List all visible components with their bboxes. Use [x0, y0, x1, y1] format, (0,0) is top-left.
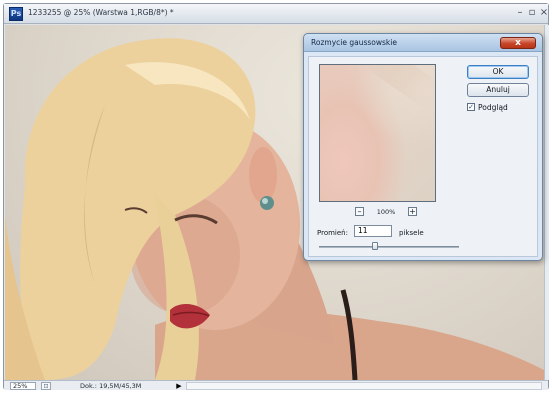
radius-unit-label: piksele [399, 229, 424, 237]
photoshop-app-icon: Ps [9, 7, 23, 21]
radius-slider-track[interactable] [319, 246, 459, 248]
cancel-button[interactable]: Anuluj [467, 83, 529, 97]
ok-button[interactable]: OK [467, 65, 529, 79]
dialog-close-button[interactable]: x [500, 37, 536, 49]
preview-zoom-percent: 100% [376, 208, 396, 216]
horizontal-scrollbar[interactable] [186, 382, 542, 390]
preview-checkbox[interactable]: ✓ [467, 103, 475, 111]
radius-input[interactable]: 11 [354, 225, 392, 237]
status-bar: 25% ⊡ Dok.: 19,5M/45,3M ▶ [4, 380, 548, 390]
radius-slider-thumb[interactable] [372, 242, 378, 250]
navigator-icon[interactable]: ⊡ [41, 382, 51, 390]
zoom-level-field[interactable]: 25% [10, 382, 36, 390]
status-menu-arrow-icon[interactable]: ▶ [174, 382, 184, 390]
zoom-in-button[interactable]: + [408, 207, 417, 216]
close-button[interactable]: × [538, 7, 550, 19]
blur-preview-image[interactable] [319, 64, 436, 202]
dialog-titlebar[interactable]: Rozmycie gaussowskie x [304, 34, 542, 52]
zoom-out-button[interactable]: – [355, 207, 364, 216]
minimize-button[interactable]: – [514, 7, 526, 19]
dialog-body: – 100% + OK Anuluj ✓ Podgląd Promień: 11… [308, 56, 538, 257]
radius-label: Promień: [317, 229, 348, 237]
document-titlebar[interactable]: Ps 1233255 @ 25% (Warstwa 1,RGB/8*) * – … [4, 4, 548, 24]
preview-checkbox-label: Podgląd [478, 103, 508, 112]
dialog-title: Rozmycie gaussowskie [311, 38, 397, 47]
gaussian-blur-dialog: Rozmycie gaussowskie x – 100% + OK Anulu… [303, 33, 543, 261]
document-size-readout: Dok.: 19,5M/45,3M [80, 382, 142, 390]
maximize-button[interactable]: ▫ [526, 7, 538, 19]
vertical-scrollbar[interactable] [544, 25, 549, 380]
photo-ear [249, 147, 277, 203]
document-title: 1233255 @ 25% (Warstwa 1,RGB/8*) * [28, 8, 174, 17]
